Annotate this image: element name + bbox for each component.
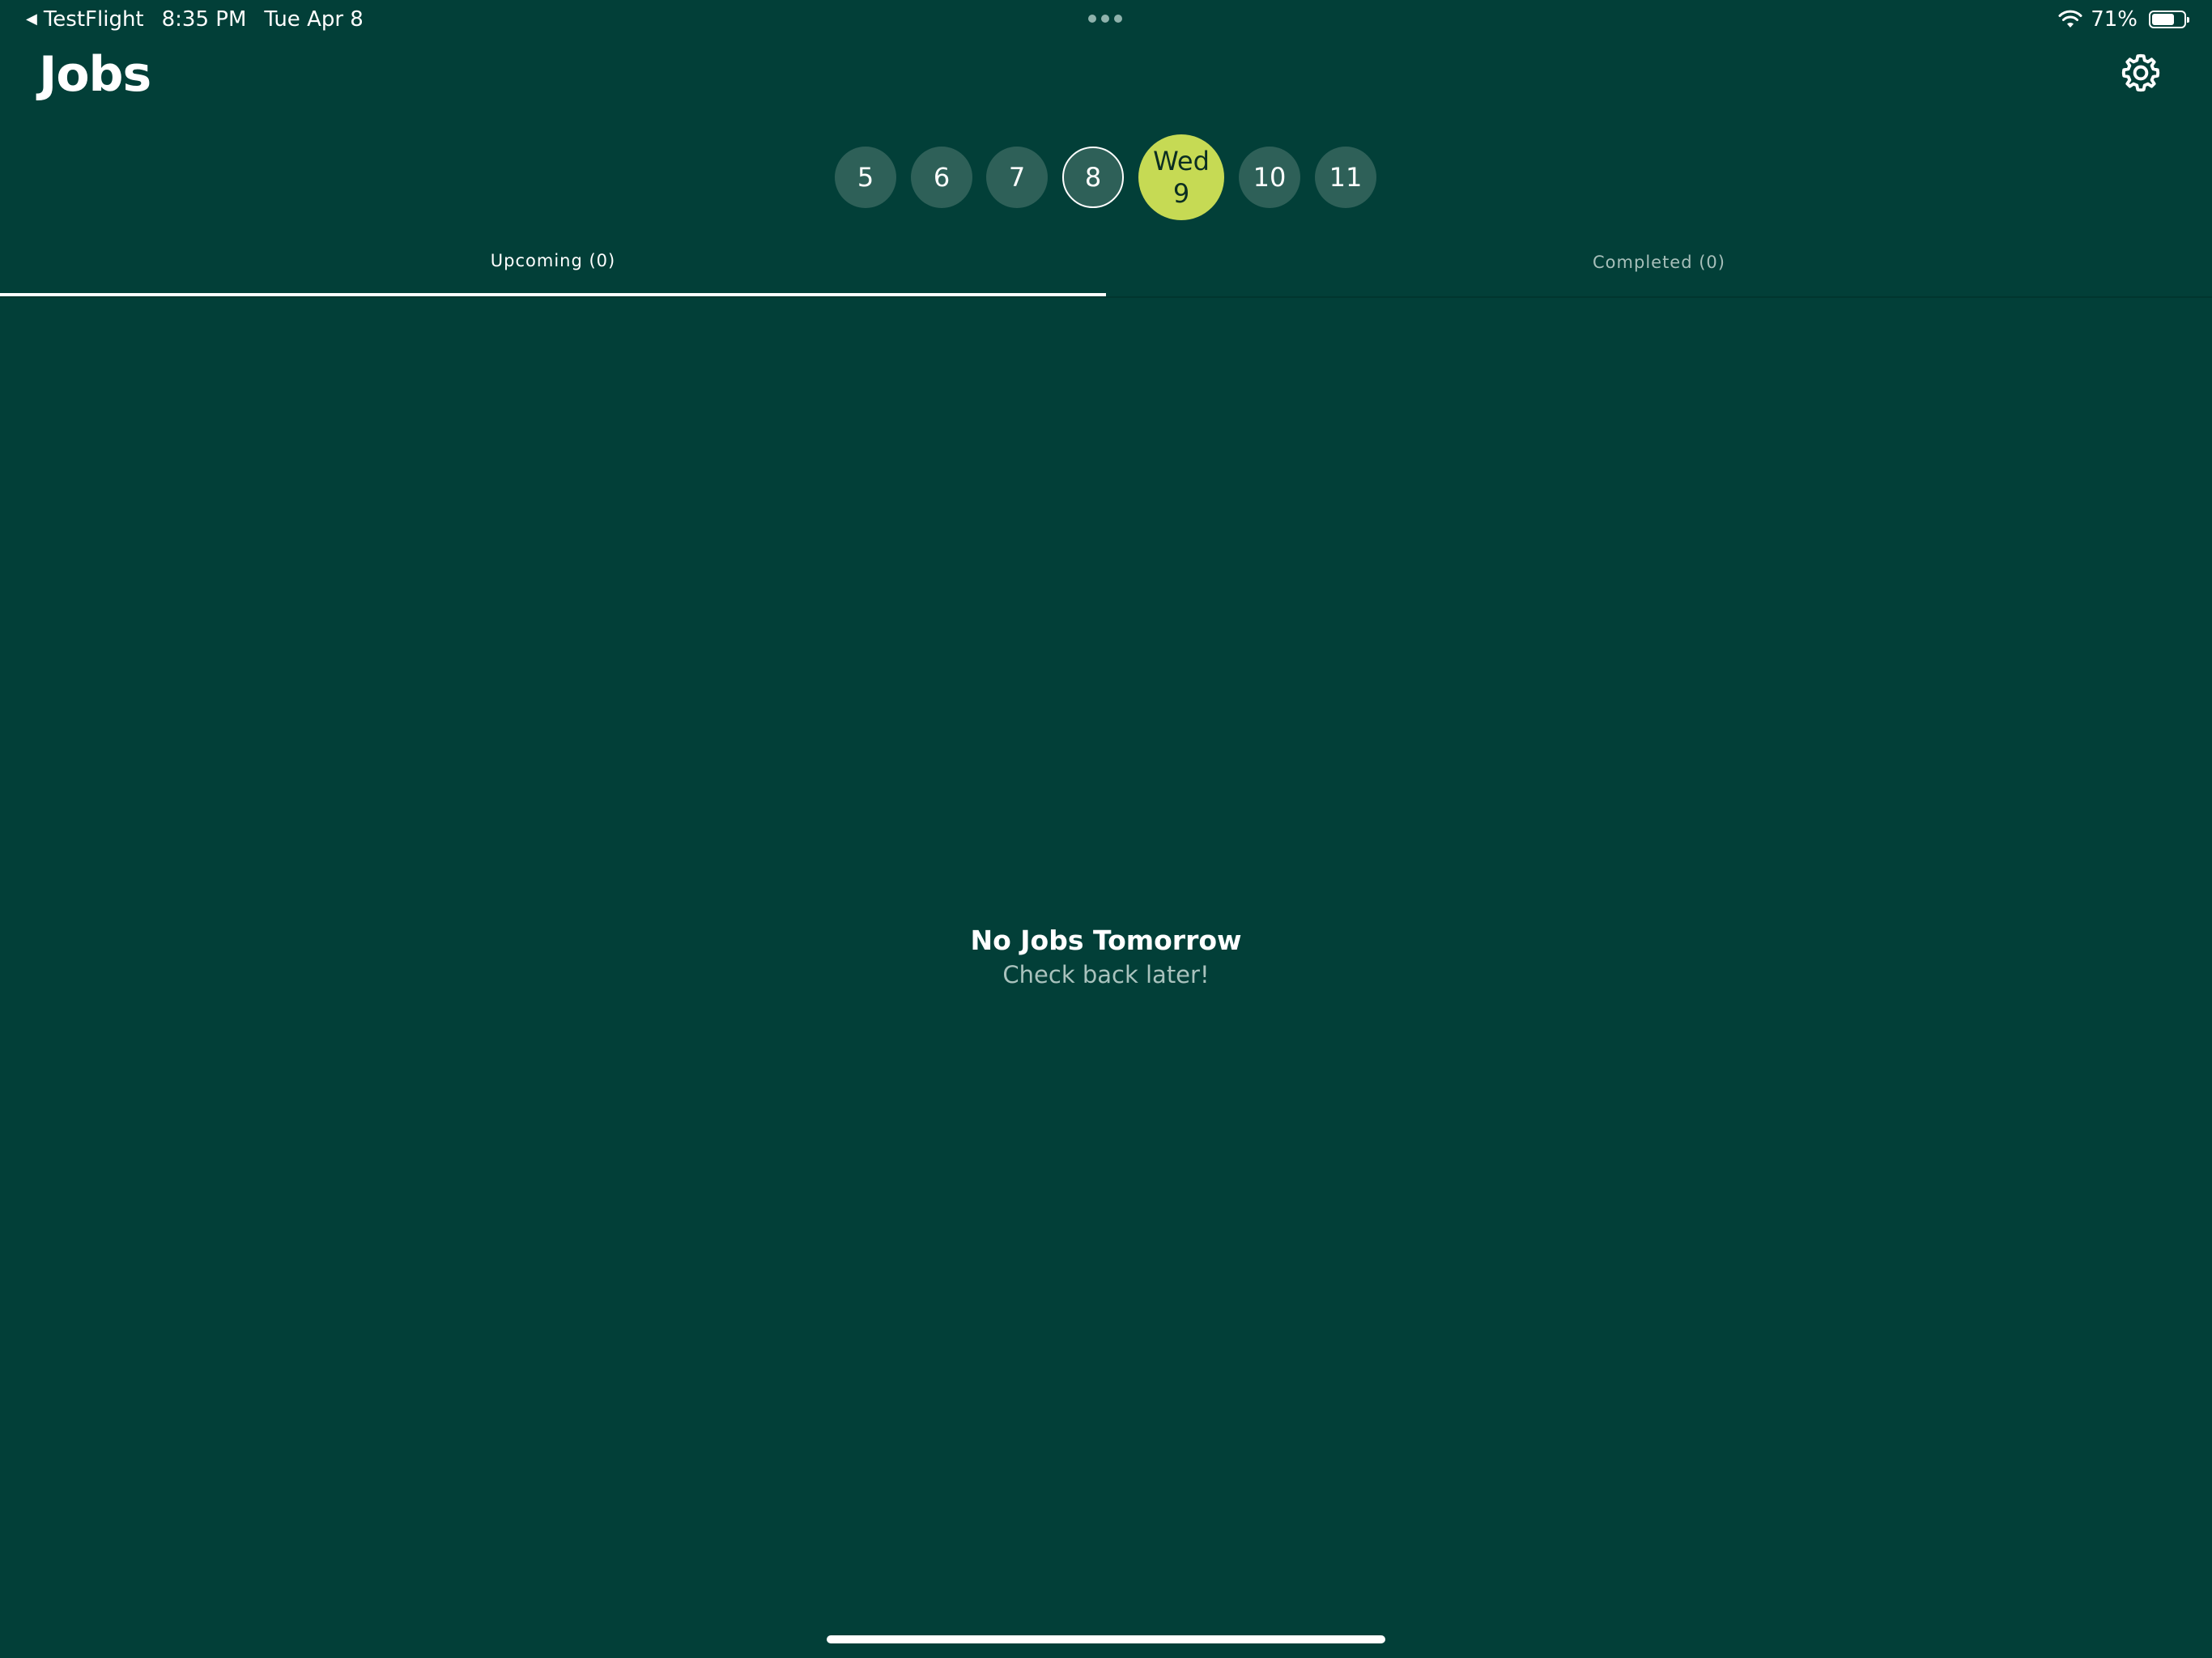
day-weekday: Wed xyxy=(1153,146,1210,176)
page-title: Jobs xyxy=(39,46,151,103)
job-tabs: Upcoming (0) Completed (0) xyxy=(0,235,2212,298)
gear-icon xyxy=(2121,53,2160,92)
settings-button[interactable] xyxy=(2118,50,2163,96)
home-indicator[interactable] xyxy=(827,1635,1385,1643)
day-chip-11[interactable]: 11 xyxy=(1315,147,1376,208)
wifi-icon xyxy=(2058,10,2082,28)
status-bar-left: ◀ TestFlight 8:35 PM Tue Apr 8 xyxy=(26,5,364,34)
status-bar-right: 71% xyxy=(2058,5,2189,34)
day-chip-10[interactable]: 10 xyxy=(1239,147,1300,208)
tab-completed[interactable]: Completed (0) xyxy=(1106,235,2212,296)
day-chip-5[interactable]: 5 xyxy=(835,147,896,208)
day-chip-6[interactable]: 6 xyxy=(911,147,972,208)
day-number: 7 xyxy=(1008,162,1026,193)
multitasking-dots-icon[interactable] xyxy=(1088,15,1122,23)
day-number: 5 xyxy=(857,162,874,193)
back-app-link[interactable]: TestFlight xyxy=(44,5,144,34)
tab-upcoming[interactable]: Upcoming (0) xyxy=(0,235,1106,296)
empty-state-subtitle: Check back later! xyxy=(1002,961,1210,988)
day-chip-9-selected[interactable]: Wed 9 xyxy=(1138,134,1224,220)
status-time: 8:35 PM xyxy=(161,7,247,32)
battery-percent: 71% xyxy=(2091,7,2138,32)
day-number: 8 xyxy=(1084,162,1102,193)
battery-icon xyxy=(2149,11,2189,28)
day-number: 11 xyxy=(1329,162,1363,193)
day-chip-7[interactable]: 7 xyxy=(986,147,1048,208)
empty-state: No Jobs Tomorrow Check back later! xyxy=(0,923,2212,991)
day-number: 10 xyxy=(1253,162,1287,193)
empty-state-title: No Jobs Tomorrow xyxy=(970,925,1242,956)
day-number: 6 xyxy=(933,162,951,193)
day-chip-8-today[interactable]: 8 xyxy=(1062,147,1124,208)
status-bar: ◀ TestFlight 8:35 PM Tue Apr 8 71% xyxy=(0,0,2212,39)
day-number: 9 xyxy=(1172,178,1190,209)
back-arrow-icon[interactable]: ◀ xyxy=(26,5,37,34)
status-date: Tue Apr 8 xyxy=(264,7,364,32)
battery-fill xyxy=(2152,14,2174,25)
